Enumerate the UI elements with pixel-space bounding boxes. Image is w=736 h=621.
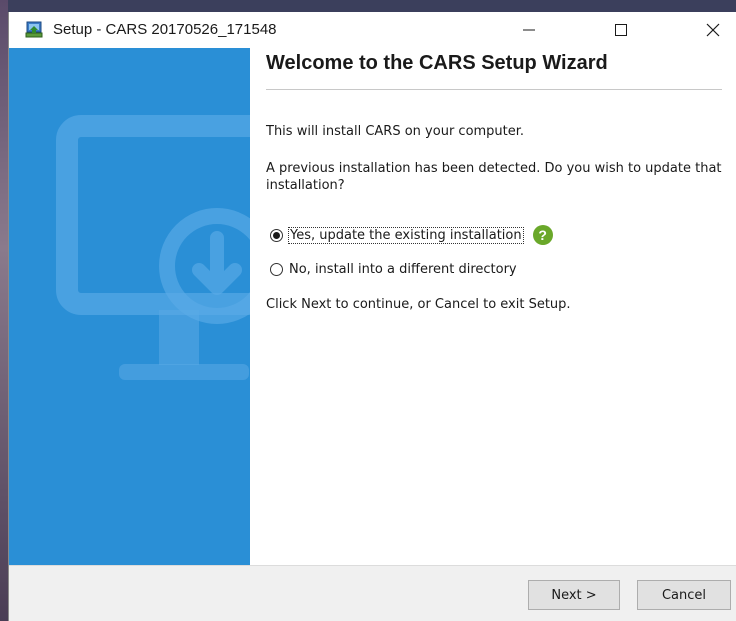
wizard-content: Welcome to the CARS Setup Wizard This wi… — [250, 48, 736, 565]
heading-divider — [266, 89, 722, 90]
instructions-text: Click Next to continue, or Cancel to exi… — [266, 297, 571, 312]
option-different-label[interactable]: No, install into a different directory — [289, 262, 517, 277]
cancel-button[interactable]: Cancel — [637, 580, 731, 610]
option-update-existing[interactable]: Yes, update the existing installation ? — [270, 225, 553, 245]
close-button[interactable] — [690, 12, 736, 48]
option-install-different[interactable]: No, install into a different directory — [270, 259, 517, 279]
help-question-icon[interactable]: ? — [532, 225, 553, 245]
setup-window: Setup - CARS 20170526_171548 Welcome to … — [8, 12, 736, 621]
close-icon — [706, 23, 720, 37]
option-update-label[interactable]: Yes, update the existing installation — [288, 226, 524, 244]
desktop-background — [0, 0, 8, 621]
wizard-side-panel — [9, 48, 250, 565]
window-title: Setup - CARS 20170526_171548 — [53, 21, 277, 38]
intro-text: This will install CARS on your computer. — [266, 124, 525, 139]
button-bar: Next > Cancel — [9, 565, 736, 621]
maximize-icon — [615, 24, 627, 36]
minimize-button[interactable] — [506, 12, 552, 48]
next-button[interactable]: Next > — [528, 580, 620, 610]
setup-installer-icon — [25, 21, 43, 38]
radio-update-existing[interactable] — [270, 228, 283, 242]
minimize-icon — [523, 29, 535, 31]
previous-install-text: A previous installation has been detecte… — [266, 161, 722, 193]
maximize-button[interactable] — [598, 12, 644, 48]
radio-install-different[interactable] — [270, 262, 283, 276]
monitor-download-icon — [56, 115, 250, 380]
title-bar[interactable]: Setup - CARS 20170526_171548 — [9, 12, 736, 48]
page-title: Welcome to the CARS Setup Wizard — [266, 52, 608, 74]
